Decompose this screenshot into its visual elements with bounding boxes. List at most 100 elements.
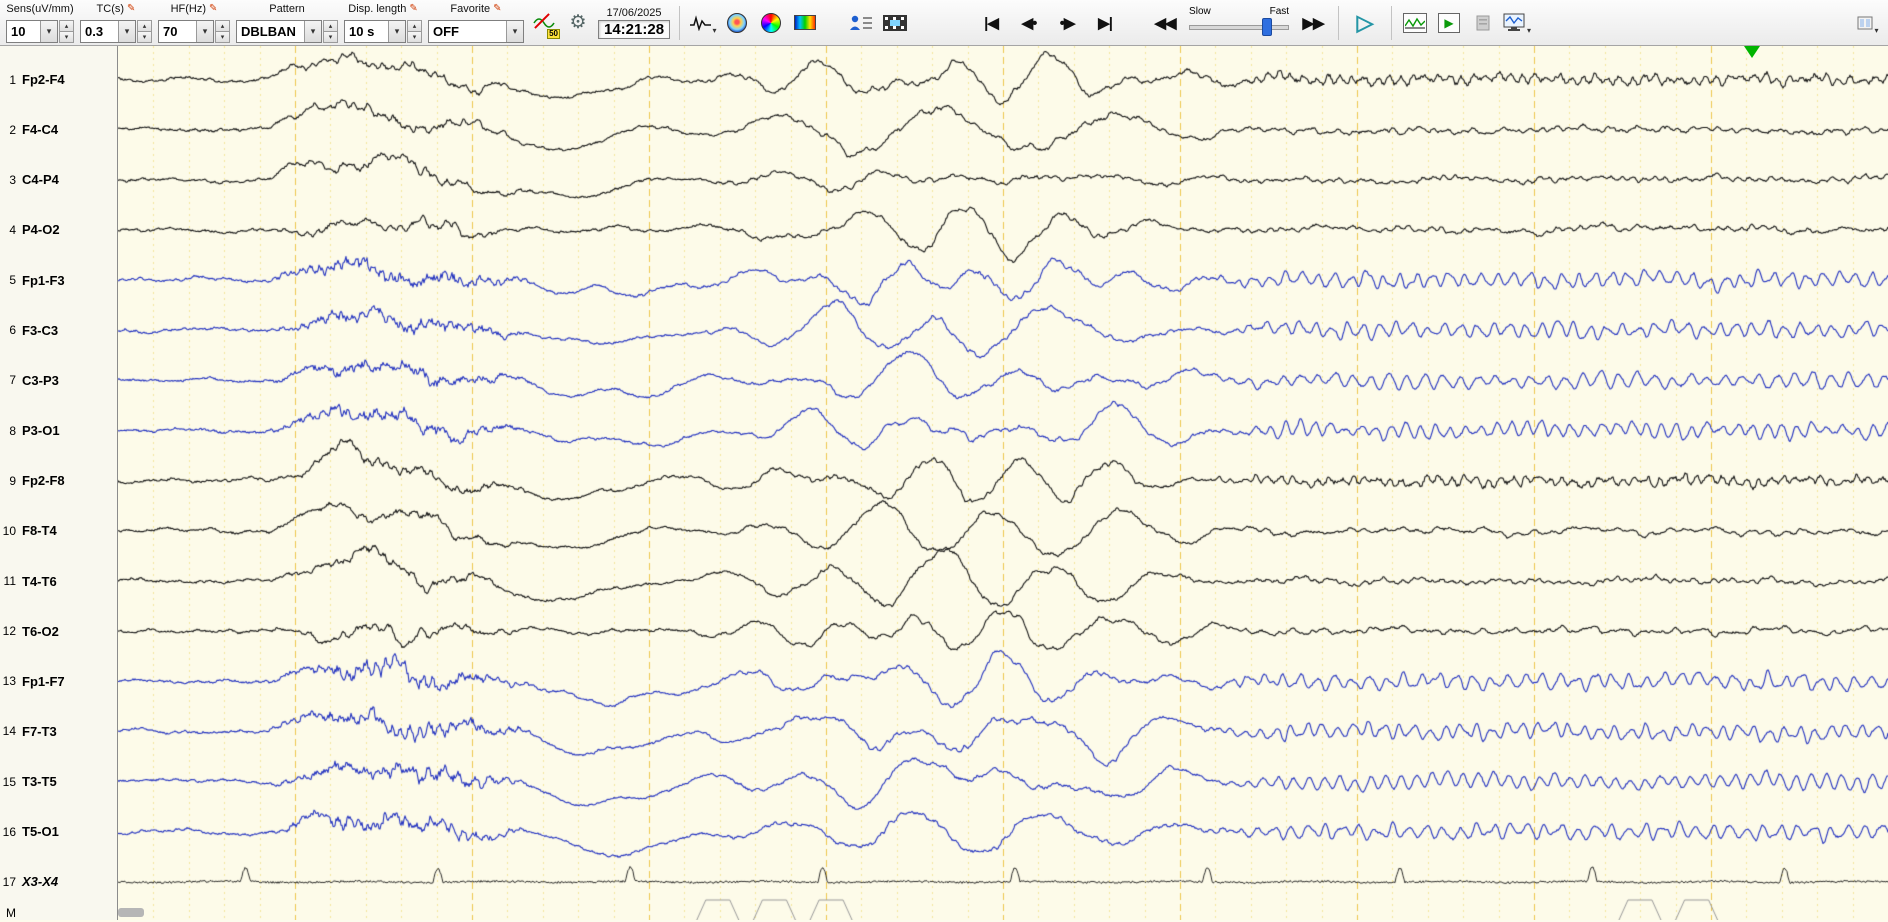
edit-pencil-icon[interactable]: ✎ (493, 4, 501, 14)
hf-combobox[interactable]: 70 ▾ (158, 20, 214, 43)
trace-area[interactable] (118, 46, 1888, 920)
spinner-down-icon[interactable]: ▾ (59, 32, 74, 43)
channel-row-9[interactable]: 9Fp2-F8 (0, 472, 117, 490)
channel-label: X3-X4 (22, 874, 58, 889)
first-page-button[interactable]: |◀ (975, 14, 1007, 32)
channel-row-17[interactable]: 17X3-X4 (0, 873, 117, 891)
fast-label: Fast (1270, 6, 1289, 17)
start-playback-icon[interactable]: ▶ (1435, 8, 1463, 38)
channel-row-15[interactable]: 15T3-T5 (0, 773, 117, 791)
channel-label: Fp2-F4 (22, 72, 65, 87)
pattern-combobox[interactable]: DBLBAN ▾ (236, 20, 322, 43)
spinner-up-icon[interactable]: ▴ (407, 20, 422, 32)
spinner-down-icon[interactable]: ▾ (137, 32, 152, 43)
chevron-down-icon[interactable]: ▾ (713, 26, 717, 38)
chevron-down-icon[interactable]: ▾ (1527, 26, 1531, 38)
channel-row-3[interactable]: 3C4-P4 (0, 171, 117, 189)
chevron-down-icon[interactable]: ▾ (1874, 26, 1878, 38)
patient-info-icon[interactable] (847, 8, 875, 38)
spinner-up-icon[interactable]: ▴ (215, 20, 230, 32)
tc-combobox[interactable]: 0.3 ▾ (80, 20, 136, 43)
slider-track[interactable] (1189, 25, 1289, 30)
3d-head-map-icon[interactable] (757, 8, 785, 38)
chevron-down-icon[interactable]: ▾ (388, 21, 405, 42)
favorite-label: Favorite (450, 3, 490, 15)
notch-filter-icon[interactable]: 50 (530, 8, 558, 38)
display-length-combobox[interactable]: 10 s ▾ (344, 20, 406, 43)
channel-row-10[interactable]: 10F8-T4 (0, 522, 117, 540)
spinner-up-icon[interactable]: ▴ (323, 20, 338, 32)
channel-row-13[interactable]: 13Fp1-F7 (0, 672, 117, 690)
settings-gear-icon[interactable]: ⚙ (564, 8, 592, 38)
monitor-icon (1503, 13, 1526, 32)
step-forward-button[interactable]: •▶ (1051, 14, 1083, 32)
remote-monitor-icon[interactable]: ▾ (1503, 8, 1531, 38)
channel-label: C3-P3 (22, 373, 59, 388)
topography-map-icon[interactable] (723, 8, 751, 38)
waveform-tool-icon[interactable]: ▾ (689, 8, 717, 38)
pattern-value: DBLBAN (237, 24, 304, 39)
channel-row-5[interactable]: 5Fp1-F3 (0, 271, 117, 289)
toolbar-overflow-icon[interactable]: ▾ (1854, 8, 1882, 38)
trend-chart-icon[interactable] (1401, 8, 1429, 38)
channel-row-6[interactable]: 6F3-C3 (0, 321, 117, 339)
chevron-down-icon[interactable]: ▾ (196, 21, 213, 42)
hf-spinner[interactable]: ▴ ▾ (215, 20, 230, 43)
speed-slider[interactable]: Slow Fast (1187, 5, 1291, 41)
sens-value: 10 (7, 24, 40, 39)
channel-row-1[interactable]: 1Fp2-F4 (0, 71, 117, 89)
scrollbar-stub[interactable] (118, 908, 144, 917)
channel-row-12[interactable]: 12T6-O2 (0, 622, 117, 640)
chevron-down-icon[interactable]: ▾ (118, 21, 135, 42)
channel-row-2[interactable]: 2F4-C4 (0, 121, 117, 139)
display-length-spinner[interactable]: ▴ ▾ (407, 20, 422, 43)
sens-spinner[interactable]: ▴ ▾ (59, 20, 74, 43)
chevron-down-icon[interactable]: ▾ (40, 21, 57, 42)
chevron-down-icon[interactable]: ▾ (506, 21, 523, 42)
spinner-down-icon[interactable]: ▾ (323, 32, 338, 43)
channel-row-M[interactable]: M (0, 904, 117, 922)
favorite-combobox[interactable]: OFF ▾ (428, 20, 524, 43)
slider-thumb[interactable] (1262, 18, 1272, 36)
step-back-button[interactable]: ◀• (1013, 14, 1045, 32)
video-icon[interactable] (881, 8, 909, 38)
gray-page-icon (1476, 15, 1490, 31)
pattern-spinner[interactable]: ▴ ▾ (323, 20, 338, 43)
separator (1338, 6, 1339, 40)
separator (1391, 6, 1392, 40)
channel-label: T6-O2 (22, 624, 59, 639)
chevron-down-icon[interactable]: ▾ (304, 21, 321, 42)
tc-value: 0.3 (81, 24, 118, 39)
person-list-icon (849, 14, 873, 32)
channel-number: 2 (0, 123, 16, 137)
channel-row-16[interactable]: 16T5-O1 (0, 823, 117, 841)
edit-pencil-icon[interactable]: ✎ (209, 4, 217, 14)
fast-forward-button[interactable]: ▶▶ (1297, 14, 1329, 32)
spinner-up-icon[interactable]: ▴ (137, 20, 152, 32)
channel-row-14[interactable]: 14F7-T3 (0, 722, 117, 740)
spinner-down-icon[interactable]: ▾ (407, 32, 422, 43)
spectrogram-icon[interactable] (791, 8, 819, 38)
eeg-trace-canvas[interactable] (118, 46, 1888, 920)
last-page-button[interactable]: ▶| (1089, 14, 1121, 32)
date-label: 17/06/2025 (606, 7, 661, 19)
spinner-up-icon[interactable]: ▴ (59, 20, 74, 32)
channel-number: 5 (0, 273, 16, 287)
channel-row-8[interactable]: 8P3-O1 (0, 422, 117, 440)
disabled-tool-icon[interactable] (1469, 8, 1497, 38)
tc-spinner[interactable]: ▴ ▾ (137, 20, 152, 43)
edit-pencil-icon[interactable]: ✎ (409, 4, 417, 14)
channel-row-4[interactable]: 4P4-O2 (0, 221, 117, 239)
channel-row-7[interactable]: 7C3-P3 (0, 371, 117, 389)
edit-pencil-icon[interactable]: ✎ (127, 4, 135, 14)
spinner-down-icon[interactable]: ▾ (215, 32, 230, 43)
channel-label: C4-P4 (22, 172, 59, 187)
channel-number: 13 (0, 674, 16, 688)
rewind-button[interactable]: ◀◀ (1149, 14, 1181, 32)
cursor-marker-icon[interactable] (1744, 46, 1760, 58)
channel-row-11[interactable]: 11T4-T6 (0, 572, 117, 590)
play-button[interactable]: ▷ (1348, 10, 1382, 36)
sens-combobox[interactable]: 10 ▾ (6, 20, 58, 43)
sens-field: Sens(uV/mm) 10 ▾ ▴ ▾ (6, 3, 74, 43)
favorite-field: Favorite ✎ OFF ▾ (428, 3, 524, 43)
